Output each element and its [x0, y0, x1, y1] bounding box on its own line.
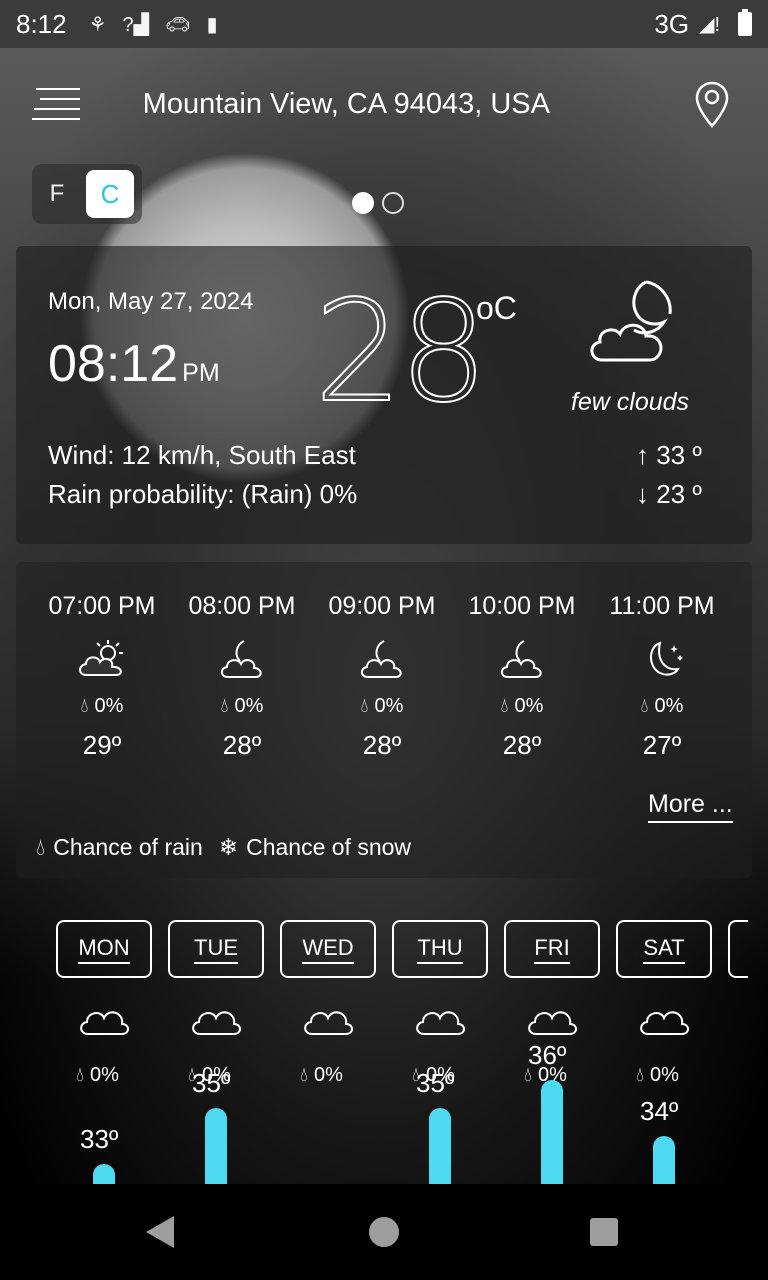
cloud-icon — [416, 1011, 465, 1035]
current-date: Mon, May 27, 2024 — [48, 288, 254, 315]
hourly-item[interactable]: 10:00 PM 💧︎ 0% 28º — [452, 592, 592, 761]
hour-time: 10:00 PM — [468, 592, 576, 620]
cloud-icon — [80, 1011, 129, 1035]
day-rain-chance: 💧︎ 0% — [300, 1064, 343, 1086]
day-temperature-bar — [205, 1108, 227, 1184]
network-type: 3G — [654, 8, 690, 39]
hour-rain-chance: 0% — [94, 695, 124, 717]
signal-unknown-icon: ?▟ — [122, 13, 150, 36]
hour-temperature: 28º — [222, 730, 262, 760]
hourly-item[interactable]: 08:00 PM 💧︎ 0% 28º — [172, 592, 312, 761]
raindrop-icon: 💧︎ — [360, 695, 369, 717]
moon-cloud-icon — [360, 640, 402, 678]
sun-cloud-icon — [79, 640, 123, 676]
back-icon[interactable] — [146, 1216, 174, 1248]
unit-toggle[interactable]: F C — [32, 164, 142, 224]
hour-temperature: 28º — [362, 730, 402, 760]
moon-stars-icon — [650, 641, 683, 676]
hour-time: 07:00 PM — [48, 592, 156, 620]
raindrop-icon: 💧︎ — [500, 695, 509, 717]
high-temperature: ↑ 33 º — [636, 440, 702, 470]
day-temperature-bar — [541, 1080, 563, 1184]
hour-time: 11:00 PM — [609, 592, 715, 620]
day-tab-fri[interactable]: FRI — [504, 920, 600, 978]
cloud-icon — [640, 1011, 689, 1035]
raindrop-icon: 💧︎ — [220, 695, 229, 717]
day-temperature-label: 36º — [528, 1040, 567, 1070]
day-rain-chance: 💧︎ 0% — [76, 1064, 119, 1086]
location-pin-icon[interactable] — [694, 80, 730, 130]
current-weather-card: Mon, May 27, 2024 08:12 PM 28 oC few clou… — [16, 246, 752, 544]
hour-rain-chance: 0% — [514, 695, 544, 717]
rain-probability-text: Rain probability: (Rain) 0% — [48, 479, 358, 509]
hour-temperature: 29º — [82, 730, 122, 760]
cloud-icon — [528, 1011, 577, 1035]
raindrop-icon: 💧︎ — [636, 1064, 644, 1086]
snowflake-icon: ❄ — [218, 834, 239, 860]
day-temperature-bar — [93, 1164, 115, 1184]
wind-text: Wind: 12 km/h, South East — [48, 440, 356, 470]
unit-fahrenheit-button[interactable]: F — [32, 180, 82, 208]
status-time: 8:12 — [16, 8, 67, 39]
raindrop-icon: 💧︎ — [80, 695, 89, 717]
more-link[interactable]: More ... — [648, 790, 733, 823]
hour-temperature: 27º — [642, 730, 682, 760]
hourly-forecast-card: 07:00 PM 💧︎ 0% 29º 08:00 PM 💧︎ 0% 28º 09:0… — [16, 562, 752, 878]
day-tab-partial[interactable] — [728, 920, 748, 978]
battery-icon — [738, 9, 752, 36]
low-temperature: ↓ 23 º — [636, 479, 702, 509]
legend-rain: Chance of rain — [53, 834, 203, 860]
menu-icon[interactable] — [32, 86, 82, 122]
cloud-icon — [304, 1011, 353, 1035]
current-temperature: 28 — [313, 271, 489, 434]
hour-time: 09:00 PM — [328, 592, 436, 620]
raindrop-icon: 💧︎ — [640, 695, 649, 717]
day-temperature-label: 34º — [640, 1096, 679, 1126]
location-title[interactable]: Mountain View, CA 94043, USA — [144, 86, 564, 126]
hour-rain-chance: 0% — [654, 695, 684, 717]
day-tab-sat[interactable]: SAT — [616, 920, 712, 978]
day-temperature-bar — [653, 1136, 675, 1184]
hour-time: 08:00 PM — [188, 592, 296, 620]
status-bar: 8:12 ⚘ ?▟ 🚗︎ ▮ 3G ◢! — [0, 0, 768, 48]
day-tab-tue[interactable]: TUE — [168, 920, 264, 978]
sd-card-icon: ▮ — [206, 13, 218, 36]
hourly-item[interactable]: 07:00 PM 💧︎ 0% 29º — [32, 592, 172, 761]
day-temperature-label: 35º — [192, 1068, 231, 1098]
raindrop-icon: 💧︎ — [76, 1064, 84, 1086]
raindrop-icon: 💧︎ — [36, 834, 46, 860]
raindrop-icon: 💧︎ — [300, 1064, 308, 1086]
legend: 💧︎ Chance of rain ❄ Chance of snow — [36, 834, 411, 861]
hour-temperature: 28º — [502, 730, 542, 760]
hourly-item[interactable]: 11:00 PM 💧︎ 0% 27º — [592, 592, 732, 761]
day-temperature-bar — [429, 1108, 451, 1184]
hour-rain-chance: 0% — [234, 695, 264, 717]
cell-signal-icon: ◢! — [699, 13, 720, 36]
hour-rain-chance: 0% — [374, 695, 404, 717]
page-indicator — [352, 192, 404, 214]
cloud-icon — [192, 1011, 241, 1035]
day-tab-thu[interactable]: THU — [392, 920, 488, 978]
moon-cloud-icon — [220, 640, 262, 678]
notification-icon: ⚘ — [88, 13, 107, 36]
legend-snow: Chance of snow — [246, 834, 412, 860]
condition-text: few clouds — [570, 388, 690, 416]
recents-icon[interactable] — [590, 1218, 618, 1246]
page-dot[interactable] — [382, 192, 404, 214]
day-rain-chance: 💧︎ 0% — [636, 1064, 679, 1086]
home-icon[interactable] — [369, 1217, 399, 1247]
page-dot-active[interactable] — [352, 192, 374, 214]
hourly-item[interactable]: 09:00 PM 💧︎ 0% 28º — [312, 592, 452, 761]
unit-celsius-button[interactable]: C — [86, 170, 134, 218]
moon-cloud-icon — [500, 640, 542, 678]
moon-cloud-icon — [590, 280, 672, 362]
day-tab-wed[interactable]: WED — [280, 920, 376, 978]
day-tab-mon[interactable]: MON — [56, 920, 152, 978]
day-temperature-label: 33º — [80, 1124, 119, 1154]
current-time: 08:12 PM — [48, 335, 220, 393]
car-icon: 🚗︎ — [165, 13, 191, 36]
temperature-unit: oC — [476, 290, 517, 326]
day-temperature-label: 35º — [416, 1068, 455, 1098]
navigation-bar — [0, 1184, 768, 1280]
